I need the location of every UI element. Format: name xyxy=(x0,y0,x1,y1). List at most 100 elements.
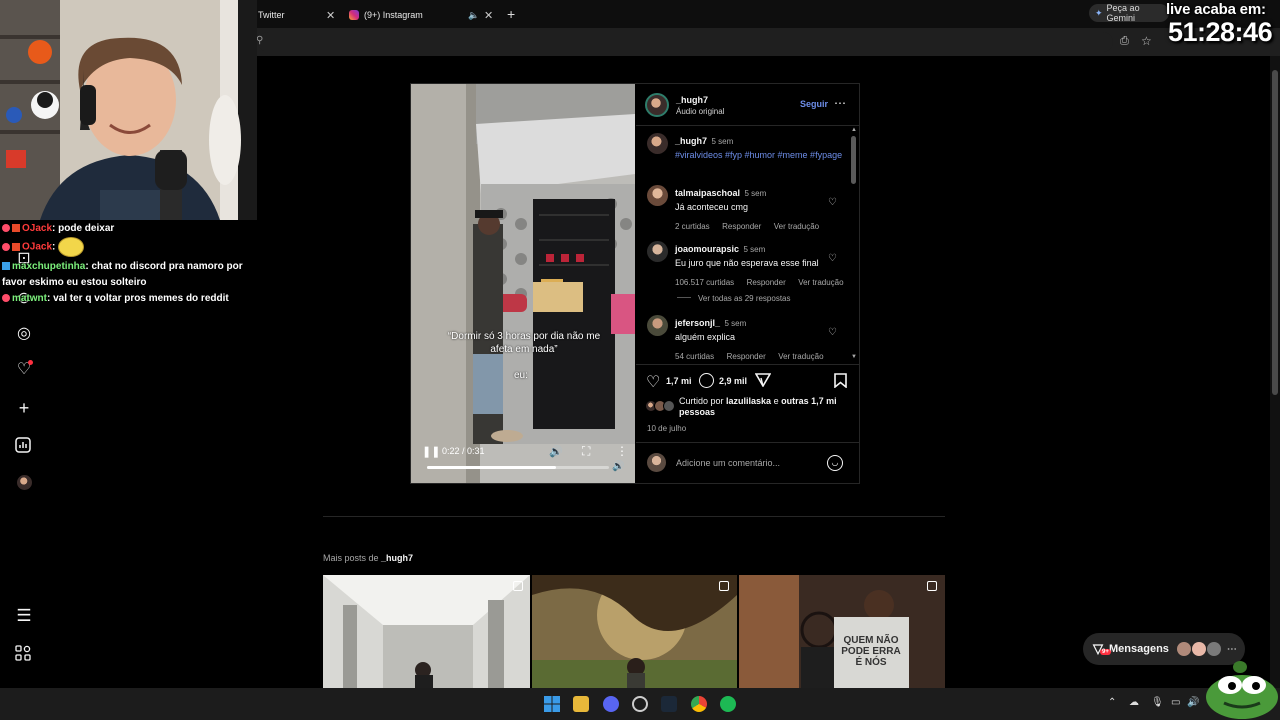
video-caption: “Dormir só 3 horas por dia não me afeta … xyxy=(447,331,601,355)
page-scroll-thumb[interactable] xyxy=(1272,70,1278,395)
avatar[interactable] xyxy=(647,241,668,262)
threads-icon[interactable] xyxy=(15,645,33,663)
comment-likes[interactable]: 54 curtidas xyxy=(675,352,714,361)
audio-label[interactable]: Áudio original xyxy=(676,107,724,116)
messages-label: Mensagens xyxy=(1109,643,1169,655)
menu-icon[interactable]: ☰ xyxy=(15,607,33,625)
volume-icon[interactable]: 🔊 xyxy=(549,445,563,458)
live-timer: 51:28:46 xyxy=(1168,17,1273,47)
liked-by-text: Curtido por lazulilaska e outras 1,7 mi … xyxy=(679,396,849,418)
profile-avatar[interactable] xyxy=(17,475,32,490)
comment-likes[interactable]: 106.517 curtidas xyxy=(675,278,734,287)
chat-message: OJack: xyxy=(2,237,257,259)
steam-icon[interactable] xyxy=(661,696,677,712)
spotify-icon[interactable] xyxy=(720,696,736,712)
post-thumbnail[interactable]: QUEM NÃO PODE ERRA É NÓS xyxy=(739,575,945,688)
comment-age: 5 sem xyxy=(744,189,767,198)
post-video[interactable] xyxy=(411,84,635,483)
comment-text: Eu juro que não esperava esse final xyxy=(675,258,819,268)
bookmark-icon[interactable] xyxy=(834,373,847,388)
avatar[interactable] xyxy=(647,315,668,336)
follow-button[interactable]: Seguir xyxy=(800,99,828,109)
pause-icon[interactable]: ❚❚ xyxy=(422,445,440,458)
thumbnail-text: QUEM NÃO PODE ERRA É NÓS xyxy=(841,635,901,668)
create-icon[interactable]: + xyxy=(15,399,33,417)
cast-icon[interactable]: ⎙ xyxy=(1120,35,1129,48)
fullscreen-icon[interactable]: ⛶ xyxy=(582,444,590,459)
comment-likes[interactable]: 2 curtidas xyxy=(675,222,710,231)
volume-small-icon[interactable]: 🔊 xyxy=(612,461,624,472)
comment-user[interactable]: jefersonjl_ xyxy=(675,318,720,328)
new-tab-button[interactable]: + xyxy=(507,6,515,22)
post-thumbnail[interactable] xyxy=(323,575,530,688)
post-thumbnail[interactable] xyxy=(532,575,737,688)
author-name[interactable]: _hugh7 xyxy=(676,95,708,105)
chrome-icon[interactable] xyxy=(691,696,707,712)
cloud-icon[interactable]: ☁ xyxy=(1129,697,1139,708)
more-posts-user[interactable]: _hugh7 xyxy=(381,553,413,563)
reply-button[interactable]: Responder xyxy=(727,352,766,361)
comment-age: 5 sem xyxy=(724,319,747,328)
reply-button[interactable]: Responder xyxy=(722,222,761,231)
avatar[interactable] xyxy=(645,93,669,117)
emoji-icon[interactable]: ◡ xyxy=(827,455,843,471)
hashtags[interactable]: #viralvideos #fyp #humor #meme #fypage xyxy=(675,150,842,160)
reply-button[interactable]: Responder xyxy=(747,278,786,287)
mute-icon[interactable]: 🔈 xyxy=(468,10,479,21)
stream-chat: OJack: pode deixar OJack: maxchupetinha:… xyxy=(2,221,257,307)
main-comment: _hugh7 5 sem #viralvideos #fyp #humor #m… xyxy=(675,134,845,161)
comment-actions: 2 curtidas Responder Ver tradução xyxy=(675,216,819,234)
section-divider xyxy=(323,516,945,517)
tab-instagram[interactable]: (9+) Instagram 🔈 ✕ xyxy=(349,4,497,26)
tab-twitter[interactable]: Twitter ✕ xyxy=(258,4,338,26)
more-horizontal-icon[interactable]: ⋯ xyxy=(834,96,846,110)
heart-icon[interactable]: ♡ xyxy=(828,197,837,208)
avatar[interactable] xyxy=(647,185,668,206)
star-icon[interactable]: ☆ xyxy=(1141,34,1152,48)
instagram-icon xyxy=(349,10,359,20)
reel-icon xyxy=(719,581,729,591)
close-icon[interactable]: ✕ xyxy=(484,9,493,22)
volume-tray-icon[interactable]: 🔊 xyxy=(1187,697,1199,708)
heart-icon[interactable]: ♡ xyxy=(828,327,837,338)
microphone-icon[interactable]: 🎙 xyxy=(1151,697,1164,708)
notifications-icon[interactable]: ♡ xyxy=(15,360,33,379)
dashboard-icon[interactable] xyxy=(15,437,33,455)
url-input[interactable]: ⚲ xyxy=(256,32,1113,52)
display-icon[interactable]: ▭ xyxy=(1171,697,1180,708)
comment-user[interactable]: talmaipaschoal xyxy=(675,188,740,198)
reel-icon xyxy=(513,581,523,591)
notification-dot xyxy=(28,360,33,365)
heart-icon[interactable]: ♡ xyxy=(828,253,837,264)
comment-input[interactable]: Adicione um comentário... xyxy=(676,458,780,468)
comment-user[interactable]: _hugh7 xyxy=(675,136,707,146)
close-icon[interactable]: ✕ xyxy=(326,9,335,22)
gemini-icon: ✦ xyxy=(1095,7,1103,18)
view-replies-button[interactable]: Ver todas as 29 respostas xyxy=(698,294,791,303)
post-header: _hugh7 Áudio original Seguir ⋯ xyxy=(636,84,859,126)
file-explorer-icon[interactable] xyxy=(573,696,589,712)
liked-by-user[interactable]: lazulilaska xyxy=(726,396,771,406)
live-ends-label: live acaba em: xyxy=(1166,1,1266,18)
translate-button[interactable]: Ver tradução xyxy=(774,222,819,231)
comments-scroll-thumb[interactable] xyxy=(851,136,856,184)
scroll-down-icon[interactable]: ▼ xyxy=(851,354,857,360)
more-posts-prefix: Mais posts de xyxy=(323,553,382,563)
scroll-up-icon[interactable]: ▲ xyxy=(851,127,857,133)
share-icon[interactable] xyxy=(755,373,771,387)
more-vertical-icon[interactable]: ⋮ xyxy=(616,444,628,458)
avatar[interactable] xyxy=(647,133,668,154)
comment-icon[interactable] xyxy=(699,373,714,388)
windows-start-icon[interactable] xyxy=(544,696,560,712)
gemini-button[interactable]: ✦ Peça ao Gemini xyxy=(1089,3,1169,23)
comment-user[interactable]: joaomourapsic xyxy=(675,244,739,254)
video-progress-fill xyxy=(427,466,557,469)
messages-icon[interactable]: ◎ xyxy=(15,325,33,343)
discord-icon[interactable] xyxy=(603,696,619,712)
translate-button[interactable]: Ver tradução xyxy=(798,278,843,287)
like-icon[interactable]: ♡ xyxy=(646,372,660,392)
obs-icon[interactable] xyxy=(632,696,648,712)
heart-badge-icon xyxy=(2,243,10,251)
chevron-up-icon[interactable]: ⌃ xyxy=(1108,697,1116,708)
translate-button[interactable]: Ver tradução xyxy=(778,352,823,361)
